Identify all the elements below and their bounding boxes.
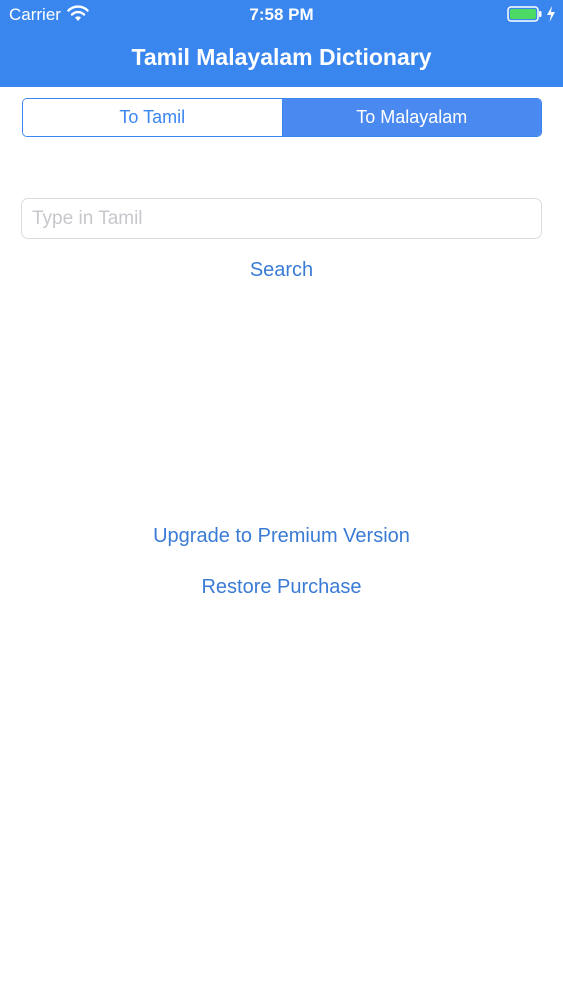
segment-to-malayalam[interactable]: To Malayalam: [282, 99, 541, 136]
charging-bolt-icon: [547, 6, 555, 22]
upgrade-premium-button[interactable]: Upgrade to Premium Version: [0, 525, 563, 548]
search-input[interactable]: [21, 198, 542, 239]
search-button[interactable]: Search: [0, 259, 563, 282]
page-title: Tamil Malayalam Dictionary: [131, 44, 432, 70]
segment-to-tamil[interactable]: To Tamil: [23, 99, 283, 136]
navigation-bar: Carrier 7:58 PM Tamil Malayalam Dictiona…: [0, 0, 563, 87]
battery-icon: [507, 6, 542, 22]
status-bar: Carrier 7:58 PM: [0, 0, 563, 30]
language-segmented-control: To Tamil To Malayalam: [22, 98, 542, 137]
restore-purchase-button[interactable]: Restore Purchase: [0, 576, 563, 599]
status-time: 7:58 PM: [249, 5, 314, 24]
